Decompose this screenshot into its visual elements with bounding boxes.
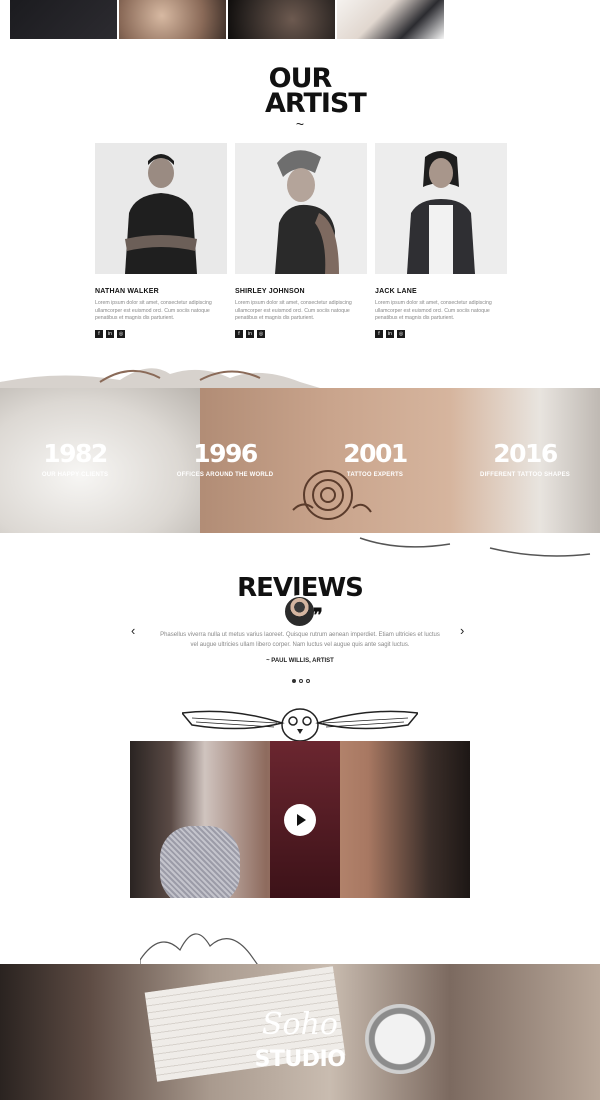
- stat-item: 1982 OUR HAPPY CLIENTS: [15, 439, 135, 479]
- artist-socials: f in ◎: [95, 329, 227, 338]
- next-review-arrow[interactable]: ›: [460, 623, 464, 638]
- stat-label: TATTOO EXPERTS: [346, 472, 404, 478]
- facebook-icon[interactable]: f: [235, 329, 243, 338]
- gallery-image-4[interactable]: [337, 0, 444, 39]
- gallery-image-3[interactable]: [228, 0, 335, 39]
- stat-label: OUR HAPPY CLIENTS: [41, 472, 109, 478]
- review-text: Phasellus viverra nulla ut metus varius …: [160, 632, 440, 648]
- instagram-icon[interactable]: ◎: [397, 329, 405, 338]
- artist-socials: f in ◎: [235, 329, 367, 338]
- video-player[interactable]: [130, 741, 470, 898]
- footer-logo-script[interactable]: Soho: [0, 1010, 600, 1040]
- stats-band: 1982 OUR HAPPY CLIENTS 1996 OFFICES AROU…: [0, 388, 600, 533]
- stat-label: OFFICES AROUND THE WORLD: [176, 472, 274, 478]
- prev-review-arrow[interactable]: ‹: [131, 623, 135, 638]
- artist-name: SHIRLEY JOHNSON: [235, 288, 305, 295]
- artist-card: JACK LANE Lorem ipsum dolor sit amet, co…: [375, 143, 507, 338]
- artist-portrait: [95, 143, 227, 274]
- stat-item: 1996 OFFICES AROUND THE WORLD: [165, 439, 285, 479]
- stat-item: 2016 DIFFERENT TATTOO SHAPES: [465, 439, 585, 479]
- instagram-icon[interactable]: ◎: [257, 329, 265, 338]
- artist-name: NATHAN WALKER: [95, 288, 159, 295]
- stat-label: DIFFERENT TATTOO SHAPES: [480, 472, 570, 478]
- artist-portrait: [235, 143, 367, 274]
- gallery-image-1[interactable]: [10, 0, 117, 39]
- stat-number: 2016: [493, 439, 558, 468]
- video-thumbnail-sleeve: [160, 826, 240, 898]
- artists-grid: NATHAN WALKER Lorem ipsum dolor sit amet…: [95, 143, 507, 338]
- linkedin-icon[interactable]: in: [106, 329, 114, 338]
- facebook-icon[interactable]: f: [375, 329, 383, 338]
- title-divider: ~: [295, 116, 305, 132]
- gallery-image-2[interactable]: [119, 0, 226, 39]
- facebook-icon[interactable]: f: [95, 329, 103, 338]
- artist-card: NATHAN WALKER Lorem ipsum dolor sit amet…: [95, 143, 227, 338]
- reviewer-avatar: [283, 595, 316, 628]
- artists-section-title: OUR ARTIST: [0, 63, 600, 119]
- carousel-dot[interactable]: [306, 679, 310, 683]
- artist-name: JACK LANE: [375, 288, 417, 295]
- carousel-dot[interactable]: [299, 679, 303, 683]
- footer-logo-main[interactable]: STUDIO: [0, 1047, 600, 1072]
- artist-bio: Lorem ipsum dolor sit amet, consectetur …: [375, 300, 492, 321]
- ink-splash-bottom: [340, 534, 600, 570]
- play-button[interactable]: [284, 804, 316, 836]
- artist-bio: Lorem ipsum dolor sit amet, consectetur …: [235, 300, 352, 321]
- stat-item: 2001 TATTOO EXPERTS: [315, 439, 435, 479]
- instagram-icon[interactable]: ◎: [117, 329, 125, 338]
- artist-socials: f in ◎: [375, 329, 507, 338]
- quote-icon: ❞: [313, 605, 323, 625]
- carousel-dot[interactable]: [292, 679, 296, 683]
- linkedin-icon[interactable]: in: [386, 329, 394, 338]
- stat-number: 1996: [193, 439, 258, 468]
- stat-number: 1982: [43, 439, 108, 468]
- gallery-strip: [10, 0, 444, 39]
- linkedin-icon[interactable]: in: [246, 329, 254, 338]
- artist-card: SHIRLEY JOHNSON Lorem ipsum dolor sit am…: [235, 143, 367, 338]
- artists-title-text: OUR ARTIST: [265, 63, 367, 119]
- artist-portrait: [375, 143, 507, 274]
- artist-bio: Lorem ipsum dolor sit amet, consectetur …: [95, 300, 212, 321]
- stat-number: 2001: [343, 439, 408, 468]
- review-author: ~ PAUL WILLIS, ARTIST: [266, 658, 334, 664]
- ink-splash-footer: [140, 933, 260, 968]
- carousel-dots: [292, 679, 310, 683]
- owl-wings-icon: [182, 708, 418, 742]
